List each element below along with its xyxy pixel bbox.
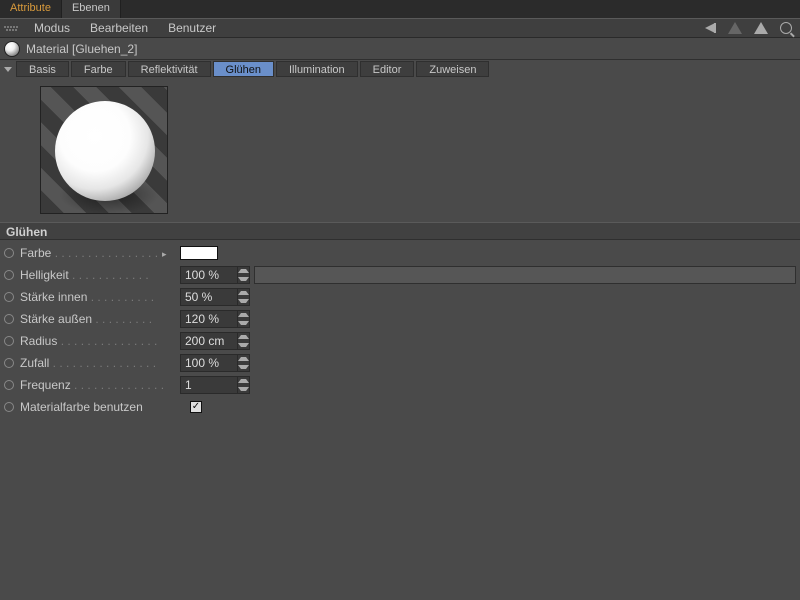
- row-zufall: Zufall . . . . . . . . . . . . . . . .: [4, 352, 796, 374]
- color-swatch[interactable]: [180, 246, 218, 260]
- tab-gluehen[interactable]: Glühen: [213, 61, 274, 77]
- spinner-zufall[interactable]: [238, 354, 250, 372]
- input-frequenz[interactable]: [180, 376, 238, 394]
- tab-basis[interactable]: Basis: [16, 61, 69, 77]
- anim-dot-icon[interactable]: [4, 402, 14, 412]
- row-materialfarbe: Materialfarbe benutzen ✓: [4, 396, 796, 418]
- spinner-staerke-aussen[interactable]: [238, 310, 250, 328]
- row-helligkeit: Helligkeit . . . . . . . . . . . .: [4, 264, 796, 286]
- label-frequenz: Frequenz: [20, 378, 71, 392]
- anim-dot-icon[interactable]: [4, 270, 14, 280]
- spinner-frequenz[interactable]: [238, 376, 250, 394]
- spinner-radius[interactable]: [238, 332, 250, 350]
- nav-back-button[interactable]: [705, 23, 716, 33]
- material-header: Material [Gluehen_2]: [0, 38, 800, 60]
- label-staerke-innen: Stärke innen: [20, 290, 87, 304]
- label-helligkeit: Helligkeit: [20, 268, 69, 282]
- spinner-staerke-innen[interactable]: [238, 288, 250, 306]
- label-radius: Radius: [20, 334, 57, 348]
- tab-illumination[interactable]: Illumination: [276, 61, 358, 77]
- drag-handle-icon[interactable]: [4, 21, 18, 35]
- disclosure-icon[interactable]: [4, 67, 12, 72]
- label-farbe: Farbe: [20, 246, 51, 260]
- tab-editor[interactable]: Editor: [360, 61, 415, 77]
- checkbox-materialfarbe[interactable]: ✓: [190, 401, 202, 413]
- input-zufall[interactable]: [180, 354, 238, 372]
- tab-farbe[interactable]: Farbe: [71, 61, 126, 77]
- tab-attribute[interactable]: Attribute: [0, 0, 62, 18]
- menu-bearbeiten[interactable]: Bearbeiten: [80, 21, 158, 35]
- row-staerke-aussen: Stärke außen . . . . . . . . .: [4, 308, 796, 330]
- section-header: Glühen: [0, 222, 800, 240]
- input-radius[interactable]: [180, 332, 238, 350]
- channel-tabs: Basis Farbe Reflektivität Glühen Illumin…: [0, 60, 800, 78]
- tab-zuweisen[interactable]: Zuweisen: [416, 61, 489, 77]
- search-icon[interactable]: [780, 22, 792, 34]
- material-preview[interactable]: [40, 86, 168, 214]
- anim-dot-icon[interactable]: [4, 248, 14, 258]
- nav-up-button[interactable]: [754, 22, 768, 34]
- row-staerke-innen: Stärke innen . . . . . . . . . .: [4, 286, 796, 308]
- properties: Farbe . . . . . . . . . . . . . . . .▸ H…: [0, 240, 800, 422]
- slider-helligkeit[interactable]: [254, 266, 796, 284]
- label-staerke-aussen: Stärke außen: [20, 312, 92, 326]
- tab-ebenen[interactable]: Ebenen: [62, 0, 121, 18]
- anim-dot-icon[interactable]: [4, 336, 14, 346]
- row-farbe: Farbe . . . . . . . . . . . . . . . .▸: [4, 242, 796, 264]
- row-radius: Radius . . . . . . . . . . . . . . .: [4, 330, 796, 352]
- input-helligkeit[interactable]: [180, 266, 238, 284]
- material-ball-icon: [4, 41, 20, 57]
- spinner-helligkeit[interactable]: [238, 266, 250, 284]
- tab-reflektivitaet[interactable]: Reflektivität: [128, 61, 211, 77]
- chevron-right-icon[interactable]: ▸: [162, 249, 167, 259]
- anim-dot-icon[interactable]: [4, 380, 14, 390]
- input-staerke-aussen[interactable]: [180, 310, 238, 328]
- nav-forward-button[interactable]: [728, 22, 742, 34]
- anim-dot-icon[interactable]: [4, 314, 14, 324]
- menubar: Modus Bearbeiten Benutzer: [0, 18, 800, 38]
- label-materialfarbe: Materialfarbe benutzen: [20, 400, 143, 414]
- panel-tabs: Attribute Ebenen: [0, 0, 800, 18]
- anim-dot-icon[interactable]: [4, 358, 14, 368]
- menu-modus[interactable]: Modus: [24, 21, 80, 35]
- label-zufall: Zufall: [20, 356, 49, 370]
- anim-dot-icon[interactable]: [4, 292, 14, 302]
- preview-area: [0, 78, 800, 222]
- menu-benutzer[interactable]: Benutzer: [158, 21, 226, 35]
- input-staerke-innen[interactable]: [180, 288, 238, 306]
- material-title: Material [Gluehen_2]: [26, 42, 137, 56]
- row-frequenz: Frequenz . . . . . . . . . . . . . .: [4, 374, 796, 396]
